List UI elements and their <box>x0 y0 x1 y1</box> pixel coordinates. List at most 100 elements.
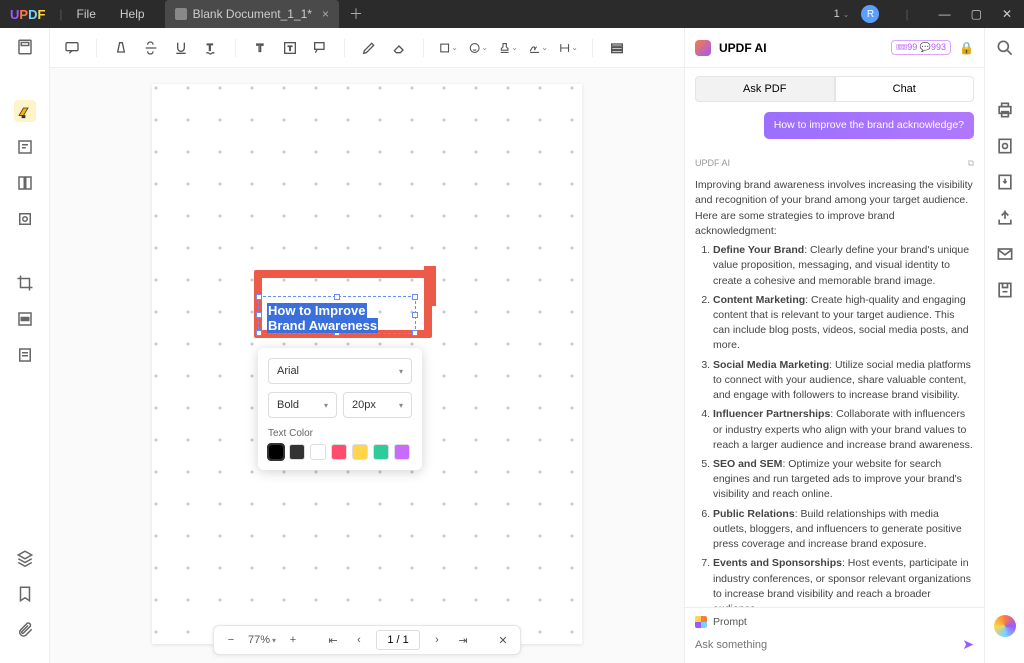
page-layout-icon[interactable] <box>14 172 36 194</box>
crop-icon[interactable] <box>14 272 36 294</box>
thumbnail-icon[interactable] <box>14 36 36 58</box>
ai-response-intro: Improving brand awareness involves incre… <box>695 178 974 239</box>
layers-icon[interactable] <box>14 547 36 569</box>
typewriter-icon[interactable]: T <box>280 38 300 58</box>
tab-chat[interactable]: Chat <box>835 76 975 102</box>
minimize-button[interactable]: — <box>935 7 955 21</box>
comment-icon[interactable] <box>62 38 82 58</box>
zoom-level[interactable]: 77% ▾ <box>248 634 276 646</box>
callout-icon[interactable] <box>310 38 330 58</box>
ai-list-item: Social Media Marketing: Utilize social m… <box>713 358 974 404</box>
color-swatch[interactable] <box>289 444 305 460</box>
last-page-button[interactable]: ⇥ <box>454 631 472 649</box>
text-highlight-icon[interactable] <box>111 38 131 58</box>
chat-body[interactable]: How to improve the brand acknowledge? UP… <box>685 102 984 607</box>
color-swatch[interactable] <box>331 444 347 460</box>
ai-list-item: Define Your Brand: Clearly define your b… <box>713 243 974 289</box>
print-icon[interactable] <box>995 100 1015 120</box>
prompt-input[interactable] <box>695 639 954 651</box>
svg-text:T: T <box>257 42 264 54</box>
first-page-button[interactable]: ⇤ <box>324 631 342 649</box>
ai-list-item: Public Relations: Build relationships wi… <box>713 507 974 553</box>
ocr-icon[interactable] <box>14 208 36 230</box>
shape-icon[interactable]: ⌄ <box>438 38 458 58</box>
share-icon[interactable] <box>995 208 1015 228</box>
strikethrough-icon[interactable] <box>141 38 161 58</box>
text-box-icon[interactable]: T <box>250 38 270 58</box>
squiggly-icon[interactable]: T <box>201 38 221 58</box>
sticker-icon[interactable]: ⌄ <box>468 38 488 58</box>
formatting-toolbar: T T T ⌄ ⌄ ⌄ ⌄ ⌄ <box>50 28 684 68</box>
pencil-icon[interactable] <box>359 38 379 58</box>
color-swatch[interactable] <box>394 444 410 460</box>
next-page-button[interactable]: › <box>428 631 446 649</box>
ai-list-item: Events and Sponsorships: Host events, pa… <box>713 556 974 607</box>
add-tab-button[interactable]: ＋ <box>349 4 363 24</box>
menu-file[interactable]: File <box>77 7 96 21</box>
prompt-icon <box>695 616 707 628</box>
eraser-icon[interactable] <box>389 38 409 58</box>
attachment-icon[interactable] <box>14 619 36 641</box>
menu-help[interactable]: Help <box>120 7 145 21</box>
ai-logo-icon <box>695 40 711 56</box>
editor-area: T T T ⌄ ⌄ ⌄ ⌄ ⌄ <box>50 28 684 663</box>
ai-response-list: Define Your Brand: Clearly define your b… <box>695 243 974 607</box>
save-icon[interactable] <box>995 280 1015 300</box>
ai-response-label: UPDF AI <box>695 157 730 170</box>
export-icon[interactable] <box>995 172 1015 192</box>
color-swatch[interactable] <box>268 444 284 460</box>
right-rail <box>984 28 1024 663</box>
app-logo: UPDF <box>10 7 45 22</box>
form-icon[interactable] <box>14 344 36 366</box>
document-tab[interactable]: Blank Document_1_1* × <box>165 0 339 28</box>
color-swatch[interactable] <box>373 444 389 460</box>
tab-ask-pdf[interactable]: Ask PDF <box>695 76 835 102</box>
search-icon[interactable] <box>995 38 1015 58</box>
underline-icon[interactable] <box>171 38 191 58</box>
maximize-button[interactable]: ▢ <box>967 7 986 21</box>
credits-badge[interactable]: 🎟99 💬993 <box>891 40 951 55</box>
color-swatch[interactable] <box>352 444 368 460</box>
user-avatar[interactable]: R <box>861 5 879 23</box>
copy-icon[interactable]: ⧉ <box>968 157 974 170</box>
notification-count[interactable]: 1 ⌄ <box>834 8 850 20</box>
lock-icon[interactable]: 🔒 <box>959 41 974 55</box>
titlebar: UPDF | File Help Blank Document_1_1* × ＋… <box>0 0 1024 28</box>
email-icon[interactable] <box>995 244 1015 264</box>
user-message: How to improve the brand acknowledge? <box>764 112 974 139</box>
send-button[interactable]: ➤ <box>962 636 974 653</box>
highlighter-icon[interactable] <box>14 100 36 122</box>
color-swatch[interactable] <box>310 444 326 460</box>
measure-icon[interactable]: ⌄ <box>558 38 578 58</box>
flatten-icon[interactable] <box>995 136 1015 156</box>
bottom-toolbar: − 77% ▾ + ⇤ ‹ › ⇥ ✕ <box>213 625 521 655</box>
edit-text-icon[interactable] <box>14 136 36 158</box>
signature-icon[interactable]: ⌄ <box>528 38 548 58</box>
zoom-in-button[interactable]: + <box>284 631 302 649</box>
manage-comments-icon[interactable] <box>607 38 627 58</box>
prompt-label: Prompt <box>713 616 747 628</box>
page-number-input[interactable] <box>376 630 420 650</box>
ai-list-item: SEO and SEM: Optimize your website for s… <box>713 457 974 503</box>
ai-launcher-icon[interactable] <box>994 615 1016 637</box>
prev-page-button[interactable]: ‹ <box>350 631 368 649</box>
close-bottombar-button[interactable]: ✕ <box>494 631 512 649</box>
redact-icon[interactable] <box>14 308 36 330</box>
color-swatches <box>268 444 412 460</box>
format-panel: Arial▾ Bold▾ 20px▾ Text Color <box>258 348 422 470</box>
font-size-select[interactable]: 20px▾ <box>343 392 412 418</box>
stamp-icon[interactable]: ⌄ <box>498 38 518 58</box>
close-window-button[interactable]: ✕ <box>998 7 1016 21</box>
svg-text:T: T <box>288 45 292 52</box>
left-sidebar <box>0 28 50 663</box>
zoom-out-button[interactable]: − <box>222 631 240 649</box>
close-tab-button[interactable]: × <box>322 7 329 21</box>
font-weight-select[interactable]: Bold▾ <box>268 392 337 418</box>
bookmark-icon[interactable] <box>14 583 36 605</box>
ai-panel-title: UPDF AI <box>719 41 883 55</box>
font-family-select[interactable]: Arial▾ <box>268 358 412 384</box>
document-page[interactable]: How to ImproveBrand Awareness Arial▾ Bol… <box>152 84 582 644</box>
ai-list-item: Influencer Partnerships: Collaborate wit… <box>713 407 974 453</box>
document-icon <box>175 8 187 20</box>
editable-text[interactable]: How to ImproveBrand Awareness <box>267 303 378 333</box>
